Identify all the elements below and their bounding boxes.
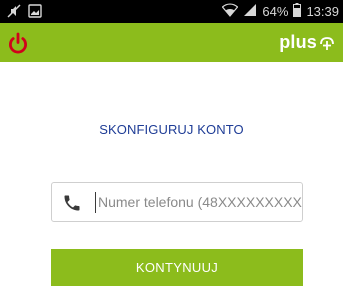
- phone-number-input[interactable]: [96, 183, 302, 221]
- brand-logo: plus: [279, 32, 335, 53]
- status-bar-left: [6, 3, 42, 24]
- image-notification-icon: [28, 4, 42, 23]
- page-title: SKONFIGURUJ KONTO: [99, 122, 244, 137]
- status-bar: 64% 13:39: [0, 0, 343, 23]
- mute-icon: [6, 3, 22, 24]
- power-icon: [9, 32, 27, 54]
- signal-icon: [243, 3, 257, 20]
- status-time: 13:39: [306, 4, 339, 19]
- phone-field[interactable]: [51, 182, 303, 222]
- power-button[interactable]: [5, 30, 31, 56]
- app-bar: plus: [0, 23, 343, 62]
- battery-percent: 64%: [262, 4, 289, 19]
- plus-logo-icon: [320, 36, 334, 50]
- continue-button[interactable]: KONTYNUUJ: [51, 249, 303, 286]
- battery-icon: [293, 3, 302, 20]
- brand-name: plus: [279, 32, 317, 52]
- status-bar-right: 64% 13:39: [222, 3, 339, 20]
- phone-icon: [64, 195, 80, 211]
- wifi-icon: [222, 3, 239, 20]
